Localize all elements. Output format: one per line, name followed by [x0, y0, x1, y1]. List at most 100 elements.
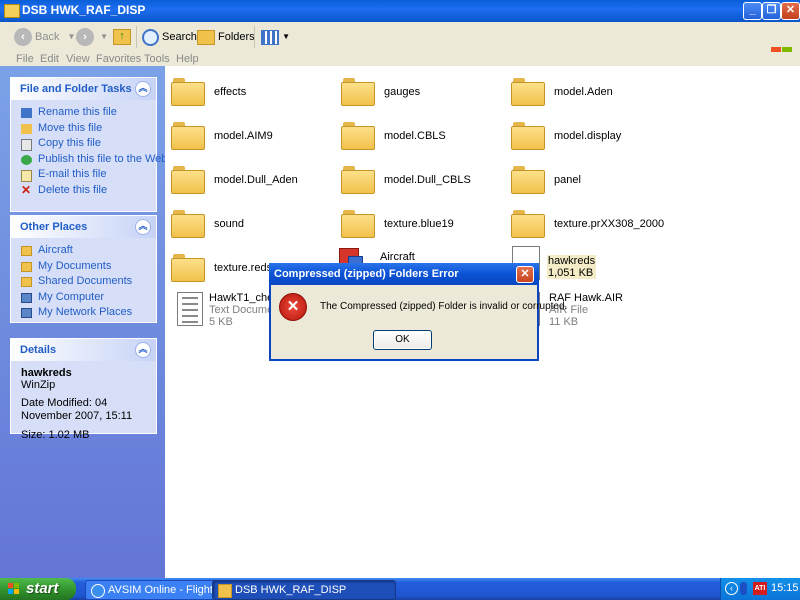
- my-documents-icon: [21, 261, 32, 272]
- task-email-label: E-mail this file: [38, 168, 107, 180]
- folder-name: model.display: [554, 130, 622, 142]
- place-shared-documents[interactable]: Shared Documents: [11, 274, 156, 290]
- folder-name: texture.blue19: [384, 218, 454, 230]
- task-publish[interactable]: Publish this file to the Web: [11, 152, 167, 168]
- delete-icon: ✕: [21, 182, 32, 197]
- back-dropdown-icon[interactable]: ▼: [68, 32, 76, 41]
- menu-tools[interactable]: Tools: [144, 53, 170, 65]
- taskbar-item-explorer[interactable]: DSB HWK_RAF_DISP: [212, 580, 396, 600]
- folder-icon: [21, 246, 32, 256]
- details-header[interactable]: Details ︽: [11, 339, 156, 361]
- aircraft-shortcut-name: Aircraft: [380, 251, 415, 263]
- folder-icon: [4, 4, 20, 18]
- folder-name: model.AIM9: [214, 130, 273, 142]
- task-pane: File and Folder Tasks ︽ Rename this file…: [0, 66, 167, 578]
- details-size: Size: 1.02 MB: [21, 429, 90, 441]
- taskbar: start AVSIM Online - Flight ... DSB HWK_…: [0, 578, 800, 600]
- folder-name: gauges: [384, 86, 421, 98]
- start-button[interactable]: start: [0, 578, 76, 600]
- close-button[interactable]: ✕: [781, 2, 800, 20]
- clock[interactable]: 15:15: [771, 582, 799, 594]
- restore-button[interactable]: ❐: [762, 2, 781, 20]
- other-places-title: Other Places: [20, 221, 88, 233]
- minimize-button[interactable]: _: [743, 2, 762, 20]
- menu-file[interactable]: File: [16, 53, 34, 65]
- folder-icon: [341, 120, 375, 150]
- dialog-message: The Compressed (zipped) Folder is invali…: [320, 301, 568, 312]
- browser-icon: [91, 584, 105, 598]
- task-email[interactable]: E-mail this file: [11, 167, 156, 183]
- dialog-title: Compressed (zipped) Folders Error: [274, 268, 459, 280]
- rename-icon: [21, 108, 32, 118]
- folder-icon: [511, 208, 545, 238]
- windows-flag-icon: [8, 583, 20, 595]
- taskbar-item-avsim[interactable]: AVSIM Online - Flight ...: [85, 580, 229, 600]
- folder-name: texture.prXX308_2000: [554, 218, 665, 230]
- error-dialog: Compressed (zipped) Folders Error ✕ ✕ Th…: [269, 263, 567, 361]
- bluetooth-icon[interactable]: [740, 582, 747, 595]
- up-button[interactable]: ↑: [113, 26, 131, 48]
- folder-icon: [341, 208, 375, 238]
- back-button[interactable]: ‹ Back ▼: [14, 26, 75, 48]
- task-copy[interactable]: Copy this file: [11, 136, 156, 152]
- folder-icon: [341, 76, 375, 106]
- system-tray: ‹ ATI 15:15: [720, 578, 800, 600]
- place-my-documents-label: My Documents: [38, 259, 112, 272]
- ok-button[interactable]: OK: [373, 330, 432, 350]
- hawkreds-size: 1,051 KB: [548, 267, 594, 279]
- forward-arrow-icon: ›: [76, 28, 94, 47]
- dialog-title-bar[interactable]: Compressed (zipped) Folders Error ✕: [269, 263, 539, 285]
- place-my-documents[interactable]: My Documents: [11, 259, 156, 275]
- views-button[interactable]: ▼: [261, 26, 290, 48]
- menu-edit[interactable]: Edit: [40, 53, 59, 65]
- menu-view[interactable]: View: [66, 53, 90, 65]
- task-rename-label: Rename this file: [38, 106, 117, 118]
- place-my-network-label: My Network Places: [38, 306, 133, 318]
- text-document-icon: [177, 292, 203, 326]
- network-places-icon: [21, 308, 32, 318]
- folders-button[interactable]: Folders: [197, 26, 255, 48]
- search-label: Search: [162, 31, 197, 44]
- rafair-size: 11 KB: [549, 316, 579, 328]
- window-title-bar[interactable]: DSB HWK_RAF_DISP _ ❐ ✕: [0, 0, 800, 22]
- folder-icon: [341, 164, 375, 194]
- folder-icon: [171, 120, 205, 150]
- folder-name: panel: [554, 174, 581, 186]
- place-my-network[interactable]: My Network Places: [11, 305, 156, 321]
- details-file-type: WinZip: [21, 379, 56, 391]
- collapse-chevron-icon[interactable]: ︽: [135, 342, 151, 358]
- other-places-header[interactable]: Other Places ︽: [11, 216, 156, 238]
- details-panel: Details ︽ hawkreds WinZip Date Modified:…: [10, 338, 157, 441]
- forward-dropdown-icon[interactable]: ▼: [100, 32, 108, 41]
- task-move-label: Move this file: [38, 121, 103, 134]
- search-button[interactable]: Search: [142, 26, 197, 48]
- folder-icon: [218, 584, 232, 598]
- file-tasks-header[interactable]: File and Folder Tasks ︽: [11, 78, 156, 100]
- place-aircraft[interactable]: Aircraft: [11, 243, 156, 259]
- menu-favorites[interactable]: Favorites: [96, 53, 141, 65]
- folder-name: model.Aden: [554, 86, 613, 98]
- ati-icon[interactable]: ATI: [753, 582, 767, 595]
- folder-icon: [171, 76, 205, 106]
- email-icon: [21, 170, 32, 182]
- task-copy-label: Copy this file: [38, 137, 101, 149]
- folder-name: texture.reds: [214, 262, 273, 274]
- folder-name: sound: [214, 218, 244, 230]
- copy-icon: [21, 139, 32, 151]
- search-icon: [142, 28, 159, 46]
- forward-button[interactable]: › ▼: [76, 26, 108, 48]
- task-rename[interactable]: Rename this file: [11, 105, 156, 121]
- place-aircraft-label: Aircraft: [38, 244, 73, 256]
- task-delete[interactable]: ✕ Delete this file: [11, 183, 156, 199]
- task-move[interactable]: Move this file: [11, 121, 156, 137]
- dialog-close-button[interactable]: ✕: [516, 266, 534, 283]
- collapse-chevron-icon[interactable]: ︽: [135, 219, 151, 235]
- place-my-computer-label: My Computer: [38, 290, 105, 303]
- place-shared-documents-label: Shared Documents: [38, 275, 133, 287]
- folder-icon: [511, 120, 545, 150]
- menu-help[interactable]: Help: [176, 53, 199, 65]
- folder-name: model.CBLS: [384, 130, 446, 142]
- collapse-chevron-icon[interactable]: ︽: [135, 81, 151, 97]
- place-my-computer[interactable]: My Computer: [11, 290, 156, 306]
- show-hidden-icons-icon[interactable]: ‹: [725, 582, 738, 595]
